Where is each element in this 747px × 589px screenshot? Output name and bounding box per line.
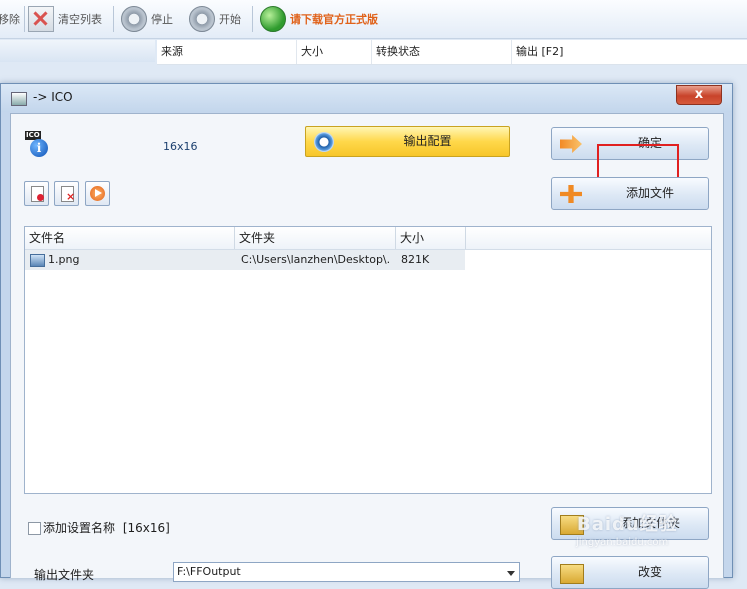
column-folder[interactable]: 文件夹 xyxy=(235,227,396,249)
clear-items-button[interactable]: × xyxy=(54,181,79,206)
ico-conversion-dialog: -> ICO x ICO i 16x16 输出配置 确定 添加文件 × 文件名 … xyxy=(0,83,733,589)
output-folder-label: 输出文件夹 xyxy=(34,568,95,582)
add-setting-name-text: 添加设置名称 xyxy=(43,521,116,535)
dialog-content: ICO i 16x16 输出配置 确定 添加文件 × 文件名 文件夹 大小 1.… xyxy=(10,113,724,589)
row-filename: 1.png xyxy=(48,253,80,266)
toolbar-separator xyxy=(24,6,25,32)
download-link[interactable]: 请下载官方正式版 xyxy=(260,5,378,33)
delete-x-icon: × xyxy=(66,190,76,203)
column-status[interactable]: 转换状态 xyxy=(372,40,512,64)
folder-icon xyxy=(560,564,584,584)
table-row[interactable]: 1.png C:\Users\lanzhen\Desktop\... 821K xyxy=(25,250,465,270)
column-source[interactable]: 来源 xyxy=(157,40,297,64)
row-folder: C:\Users\lanzhen\Desktop\... xyxy=(241,253,391,266)
stop-label: 停止 xyxy=(151,13,173,26)
start-icon xyxy=(189,6,215,32)
output-config-label: 输出配置 xyxy=(403,134,452,148)
toolbar-separator xyxy=(252,6,253,32)
arrow-right-icon xyxy=(560,135,582,153)
image-file-icon xyxy=(30,254,45,267)
start-label: 开始 xyxy=(219,13,241,26)
chevron-down-icon xyxy=(507,571,515,576)
add-file-label: 添加文件 xyxy=(625,186,674,200)
column-size[interactable]: 大小 xyxy=(297,40,372,64)
change-button[interactable]: 改变 xyxy=(551,556,709,589)
remove-label: 移除 xyxy=(0,13,20,26)
change-label: 改变 xyxy=(637,565,662,579)
watermark-url: jingyan.baidu.com xyxy=(576,537,669,548)
main-toolbar: 移除 清空列表 停止 开始 请下载官方正式版 xyxy=(0,0,747,39)
clear-list-label: 清空列表 xyxy=(58,13,102,26)
download-label: 请下载官方正式版 xyxy=(290,13,378,26)
remove-dot-icon xyxy=(37,194,44,201)
config-icon xyxy=(314,132,334,152)
clear-list-button[interactable]: 清空列表 xyxy=(28,5,102,33)
column-output[interactable]: 输出 [F2] xyxy=(512,40,747,64)
task-list-header: 来源 大小 转换状态 输出 [F2] xyxy=(157,40,747,65)
add-setting-value: [16x16] xyxy=(122,521,170,535)
file-grid: 文件名 文件夹 大小 1.png C:\Users\lanzhen\Deskto… xyxy=(24,226,712,494)
add-file-button[interactable]: 添加文件 xyxy=(551,177,709,210)
dialog-title: -> ICO xyxy=(33,90,73,104)
remove-button[interactable]: 移除 xyxy=(0,5,20,33)
icon-size-label: 16x16 xyxy=(163,140,198,153)
start-button[interactable]: 开始 xyxy=(189,5,241,33)
watermark-logo: Baidu经验 xyxy=(577,514,678,535)
add-setting-name-label: 添加设置名称 [16x16] xyxy=(43,519,170,536)
column-filesize[interactable]: 大小 xyxy=(396,227,466,249)
left-panel-header xyxy=(0,40,155,62)
plus-icon xyxy=(560,185,582,203)
window-icon xyxy=(11,92,27,106)
stop-button[interactable]: 停止 xyxy=(121,5,173,33)
close-button[interactable]: x xyxy=(676,85,722,105)
ico-format-icon: ICO i xyxy=(25,131,51,159)
dialog-title-bar[interactable]: -> ICO x xyxy=(1,84,732,112)
output-config-button[interactable]: 输出配置 xyxy=(305,126,510,157)
grid-header: 文件名 文件夹 大小 xyxy=(25,227,711,250)
column-filename[interactable]: 文件名 xyxy=(25,227,235,249)
add-setting-name-checkbox[interactable] xyxy=(28,522,41,535)
globe-icon xyxy=(260,6,286,32)
clear-list-icon xyxy=(28,6,54,32)
play-icon xyxy=(90,186,105,201)
toolbar-separator xyxy=(113,6,114,32)
play-button[interactable] xyxy=(85,181,110,206)
output-folder-select[interactable]: F:\FFOutput xyxy=(173,562,520,582)
info-icon: i xyxy=(30,139,48,157)
output-folder-value: F:\FFOutput xyxy=(177,565,241,578)
row-size: 821K xyxy=(401,253,430,266)
stop-icon xyxy=(121,6,147,32)
remove-item-button[interactable] xyxy=(24,181,49,206)
